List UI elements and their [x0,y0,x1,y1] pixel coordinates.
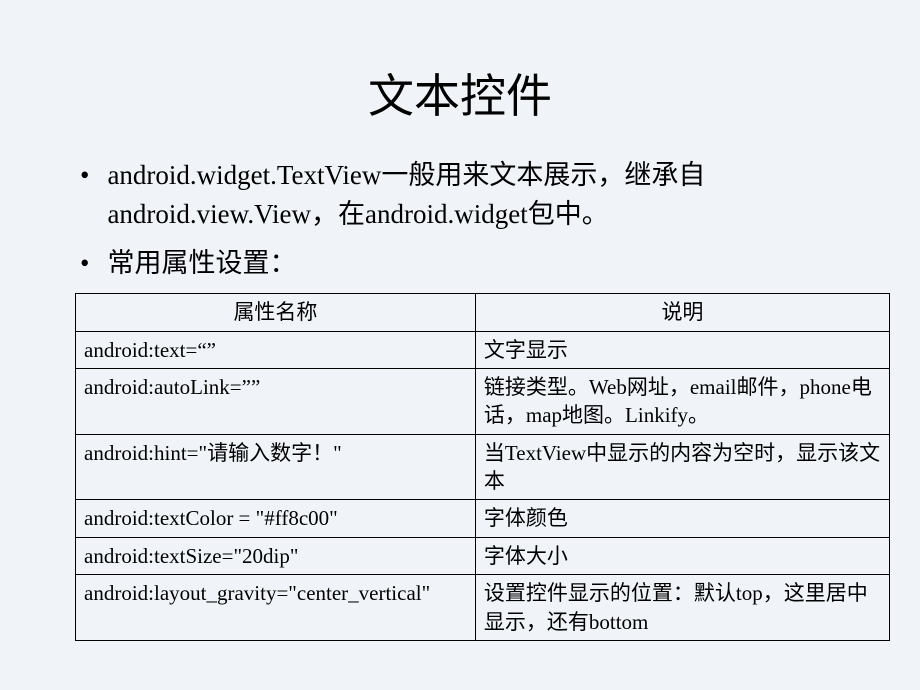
table-row: android:layout_gravity="center_vertical"… [76,575,890,641]
bullet-item: • 常用属性设置： [55,244,865,283]
cell-attr: android:textSize="20dip" [76,537,476,574]
slide-title: 文本控件 [55,60,865,126]
cell-desc: 设置控件显示的位置：默认top，这里居中显示，还有bottom [475,575,889,641]
bullet-marker: • [80,244,89,283]
cell-desc: 字体大小 [475,537,889,574]
cell-desc: 链接类型。Web网址，email邮件，phone电话，map地图。Linkify… [475,369,889,435]
bullet-item: • android.widget.TextView一般用来文本展示，继承自and… [55,156,865,234]
cell-desc: 字体颜色 [475,500,889,537]
header-description: 说明 [475,294,889,331]
header-attr-name: 属性名称 [76,294,476,331]
cell-attr: android:hint="请输入数字！" [76,434,476,500]
table-header-row: 属性名称 说明 [76,294,890,331]
cell-attr: android:textColor = "#ff8c00" [76,500,476,537]
table-row: android:text=“” 文字显示 [76,331,890,368]
cell-attr: android:text=“” [76,331,476,368]
table-row: android:hint="请输入数字！" 当TextView中显示的内容为空时… [76,434,890,500]
attributes-table: 属性名称 说明 android:text=“” 文字显示 android:aut… [75,293,890,640]
content-area: • android.widget.TextView一般用来文本展示，继承自and… [55,156,865,641]
cell-desc: 文字显示 [475,331,889,368]
cell-attr: android:autoLink=”” [76,369,476,435]
bullet-text: 常用属性设置： [107,244,865,283]
table-wrapper: 属性名称 说明 android:text=“” 文字显示 android:aut… [75,293,865,640]
slide-container: 文本控件 • android.widget.TextView一般用来文本展示，继… [0,0,920,690]
cell-attr: android:layout_gravity="center_vertical" [76,575,476,641]
table-row: android:textColor = "#ff8c00" 字体颜色 [76,500,890,537]
cell-desc: 当TextView中显示的内容为空时，显示该文本 [475,434,889,500]
bullet-text: android.widget.TextView一般用来文本展示，继承自andro… [107,156,865,234]
table-row: android:textSize="20dip" 字体大小 [76,537,890,574]
table-row: android:autoLink=”” 链接类型。Web网址，email邮件，p… [76,369,890,435]
bullet-marker: • [80,156,89,234]
